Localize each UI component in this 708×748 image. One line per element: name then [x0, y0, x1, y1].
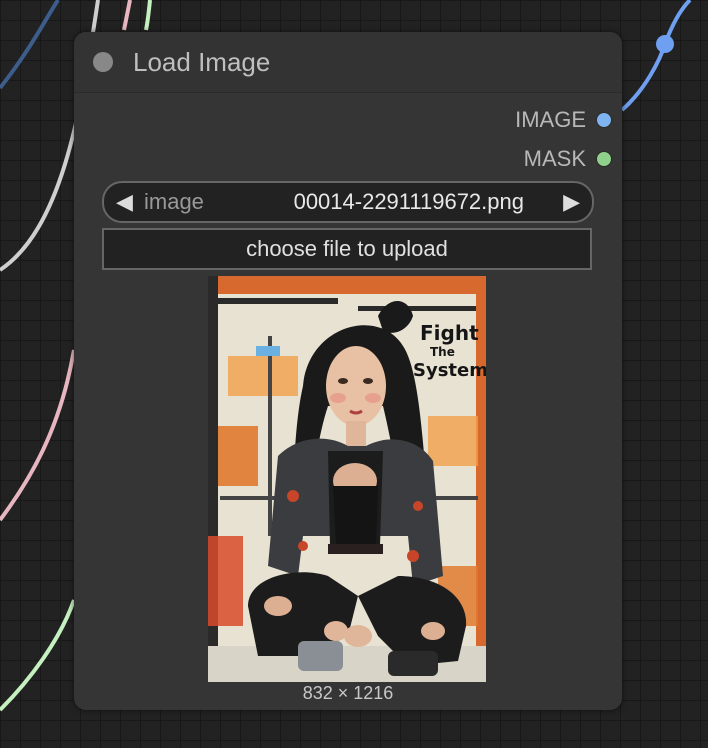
output-image-slot-icon[interactable]: [596, 112, 612, 128]
node-title-bar[interactable]: Load Image: [74, 32, 622, 93]
image-combo-widget[interactable]: ◀ image 00014-2291119672.png ▶: [102, 181, 594, 223]
combo-label: image: [144, 189, 204, 214]
image-preview[interactable]: Fight The System!: [208, 276, 486, 682]
combo-value: 00014-2291119672.png: [293, 189, 524, 214]
node-title: Load Image: [133, 47, 271, 77]
link-pink: [0, 349, 76, 522]
output-image-label: IMAGE: [515, 107, 586, 132]
output-mask[interactable]: MASK: [524, 144, 612, 174]
output-mask-label: MASK: [523, 146, 586, 171]
output-mask-slot-icon[interactable]: [596, 151, 612, 167]
combo-prev-arrow-icon[interactable]: ◀: [116, 187, 133, 217]
preview-artwork: Fight The System!: [208, 276, 486, 682]
combo-next-arrow-icon[interactable]: ▶: [563, 187, 580, 217]
image-dimensions: 832 × 1216: [302, 683, 394, 703]
output-image[interactable]: IMAGE: [515, 105, 612, 135]
link-pink-top: [122, 0, 132, 31]
poster-text-line3: System!: [413, 360, 486, 381]
load-image-node[interactable]: Load Image IMAGE MASK ◀ image 00014-2291…: [74, 32, 622, 710]
poster-text-line1: Fight: [420, 321, 479, 345]
link-blue-output: [620, 0, 692, 112]
link-reroute-dot: [656, 35, 674, 53]
collapse-dot-icon[interactable]: [93, 52, 113, 72]
upload-button[interactable]: choose file to upload: [102, 228, 592, 270]
link-green: [0, 599, 76, 712]
link-dark-blue: [0, 0, 60, 90]
poster-text-line2: The: [430, 345, 455, 359]
link-green-top: [144, 0, 152, 31]
